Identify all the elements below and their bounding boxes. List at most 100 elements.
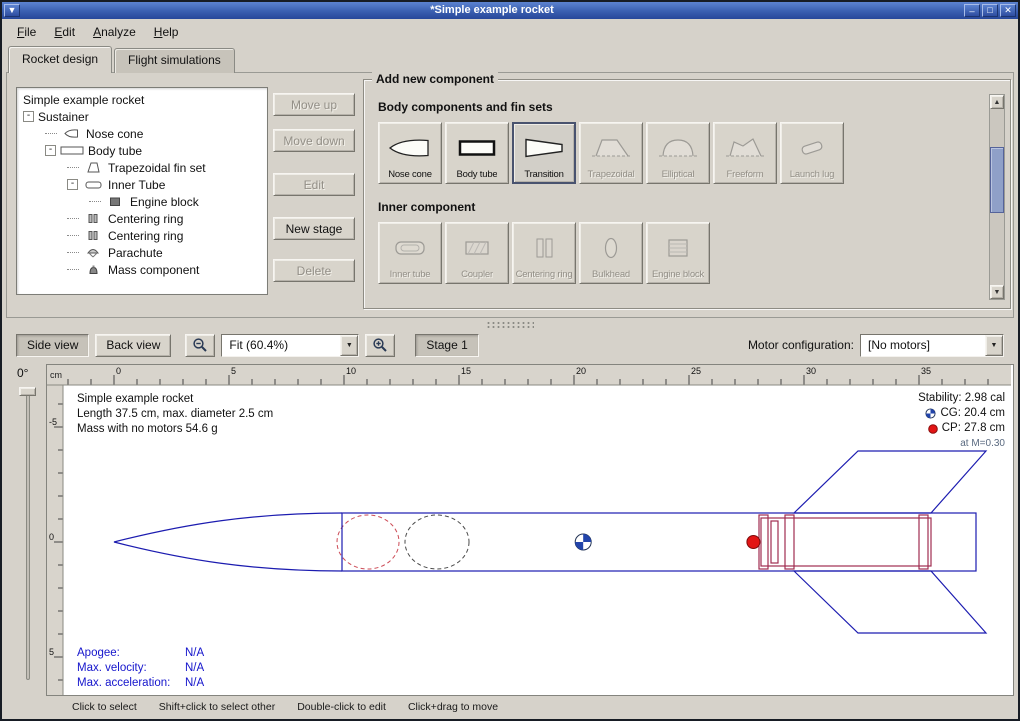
tree-connector-icon: [67, 218, 79, 219]
back-view-button[interactable]: Back view: [95, 334, 171, 357]
component-button-row: Nose coneBody tubeTransitionTrapezoidalE…: [378, 122, 982, 184]
launch-lug-button: Launch lug: [780, 122, 844, 184]
freeform-button: Freeform: [713, 122, 777, 184]
side-view-button[interactable]: Side view: [16, 334, 89, 357]
minimize-icon: _: [965, 4, 979, 13]
component-button-label: Freeform: [727, 169, 764, 180]
tree-item-centering-ring[interactable]: Centering ring: [17, 210, 267, 227]
close-icon: ✕: [1004, 5, 1012, 15]
view-splitter[interactable]: [6, 318, 1014, 332]
zoom-out-button[interactable]: [185, 334, 215, 357]
status-hint: Click to select: [72, 701, 137, 713]
splitter-grip-icon: [486, 321, 534, 330]
engine-block-button: Engine block: [646, 222, 710, 284]
app-window: ▼ *Simple example rocket _ □ ✕ FileEditA…: [0, 0, 1020, 721]
parachute-icon: [82, 247, 104, 258]
collapse-toggle-icon[interactable]: -: [67, 179, 78, 190]
centering-ring-icon: [82, 213, 104, 224]
tab-flight-simulations[interactable]: Flight simulations: [114, 48, 235, 73]
tree-item-label: Trapezoidal fin set: [108, 161, 206, 175]
window-menu-icon[interactable]: ▼: [4, 4, 20, 17]
component-button-label: Coupler: [461, 269, 493, 280]
flight-stat-row: Max. acceleration:N/A: [77, 676, 204, 691]
component-button-label: Bulkhead: [592, 269, 630, 280]
zoom-combobox[interactable]: Fit (60.4%) ▼: [221, 334, 359, 357]
tree-item-trapezoidal-fin-set[interactable]: Trapezoidal fin set: [17, 159, 267, 176]
svg-text:10: 10: [346, 366, 356, 376]
tree-item-label: Body tube: [88, 144, 142, 158]
view-toolbar: Side view Back view Fit (60.4%) ▼ Stage …: [6, 332, 1014, 358]
menu-file[interactable]: File: [8, 21, 45, 43]
bulkhead-icon: [589, 227, 633, 269]
new-stage-button[interactable]: New stage: [273, 217, 355, 240]
tree-item-engine-block[interactable]: Engine block: [17, 193, 267, 210]
component-button-label: Launch lug: [790, 169, 834, 180]
tree-item-parachute[interactable]: Parachute: [17, 244, 267, 261]
svg-text:30: 30: [806, 366, 816, 376]
stability-info: Stability: 2.98 cal CG: 20.4 cm CP: 27.8…: [918, 391, 1005, 451]
body-tube-button[interactable]: Body tube: [445, 122, 509, 184]
menu-edit[interactable]: Edit: [45, 21, 84, 43]
component-sections: Body components and fin sets Nose cone Bod…: [378, 80, 982, 308]
scroll-down-icon[interactable]: ▼: [990, 285, 1004, 299]
motor-configuration-value: [No motors]: [861, 335, 985, 356]
minimize-button[interactable]: _: [964, 4, 980, 17]
component-button-label: Body tube: [457, 169, 498, 180]
cp-icon: [928, 424, 938, 434]
stage-1-toggle[interactable]: Stage 1: [415, 334, 478, 357]
collapse-toggle-icon[interactable]: -: [45, 145, 56, 156]
scrollbar-thumb[interactable]: [990, 147, 1004, 213]
bulkhead-button: Bulkhead: [579, 222, 643, 284]
section-label-body-components-and-fin-sets: Body components and fin sets: [378, 100, 982, 114]
flight-stat-label: Apogee:: [77, 646, 185, 661]
tree-item-simple-example-rocket[interactable]: Simple example rocket: [17, 91, 267, 108]
flight-stat-row: Max. velocity:N/A: [77, 661, 204, 676]
motor-configuration-combobox[interactable]: [No motors] ▼: [860, 334, 1004, 357]
close-button[interactable]: ✕: [1000, 4, 1016, 17]
transition-button[interactable]: Transition: [512, 122, 576, 184]
tree-item-body-tube[interactable]: - Body tube: [17, 142, 267, 159]
tree-connector-icon: [67, 235, 79, 236]
rocket-info: Simple example rocket Length 37.5 cm, ma…: [77, 392, 273, 437]
tree-item-inner-tube[interactable]: -Inner Tube: [17, 176, 267, 193]
menu-analyze[interactable]: Analyze: [84, 21, 145, 43]
rotation-slider-handle[interactable]: [19, 387, 36, 396]
cg-icon: [925, 408, 936, 419]
engine-block-icon: [656, 227, 700, 269]
rocket-name: Simple example rocket: [77, 392, 273, 407]
centering-ring-button: Centering ring: [512, 222, 576, 284]
flight-stat-label: Max. acceleration:: [77, 676, 185, 691]
chevron-down-icon[interactable]: ▼: [340, 335, 358, 356]
scrollbar-track[interactable]: [990, 109, 1004, 285]
menu-help[interactable]: Help: [145, 21, 188, 43]
trapezoidal-button: Trapezoidal: [579, 122, 643, 184]
move-down-button: Move down: [273, 129, 355, 152]
tree-item-label: Sustainer: [38, 110, 89, 124]
maximize-button[interactable]: □: [982, 4, 998, 17]
svg-text:0: 0: [49, 532, 54, 542]
zoom-in-button[interactable]: [365, 334, 395, 357]
collapse-toggle-icon[interactable]: -: [23, 111, 34, 122]
nose-cone-button[interactable]: Nose cone: [378, 122, 442, 184]
fin-set-icon: [82, 162, 104, 173]
nose-cone-icon: [60, 128, 82, 139]
tree-item-sustainer[interactable]: -Sustainer: [17, 108, 267, 125]
svg-text:0: 0: [116, 366, 121, 376]
inner-tube-button: Inner tube: [378, 222, 442, 284]
tab-rocket-design[interactable]: Rocket design: [8, 46, 112, 73]
flight-stat-value: N/A: [185, 661, 204, 676]
motor-configuration-label: Motor configuration:: [748, 338, 854, 352]
title-bar[interactable]: ▼ *Simple example rocket _ □ ✕: [2, 2, 1018, 19]
component-tree[interactable]: Simple example rocket-SustainerNose cone…: [16, 87, 268, 295]
component-panel-scrollbar[interactable]: ▲ ▼: [989, 94, 1005, 300]
engine-block-icon: [104, 196, 126, 207]
zoom-value: Fit (60.4%): [222, 335, 340, 356]
window-title: *Simple example rocket: [22, 2, 962, 19]
tree-item-mass-component[interactable]: Mass component: [17, 261, 267, 278]
tree-item-nose-cone[interactable]: Nose cone: [17, 125, 267, 142]
flight-stats: Apogee:N/AMax. velocity:N/AMax. accelera…: [77, 646, 204, 691]
tree-item-centering-ring[interactable]: Centering ring: [17, 227, 267, 244]
chevron-down-icon[interactable]: ▼: [985, 335, 1003, 356]
scroll-up-icon[interactable]: ▲: [990, 95, 1004, 109]
rotation-slider[interactable]: [26, 390, 30, 680]
